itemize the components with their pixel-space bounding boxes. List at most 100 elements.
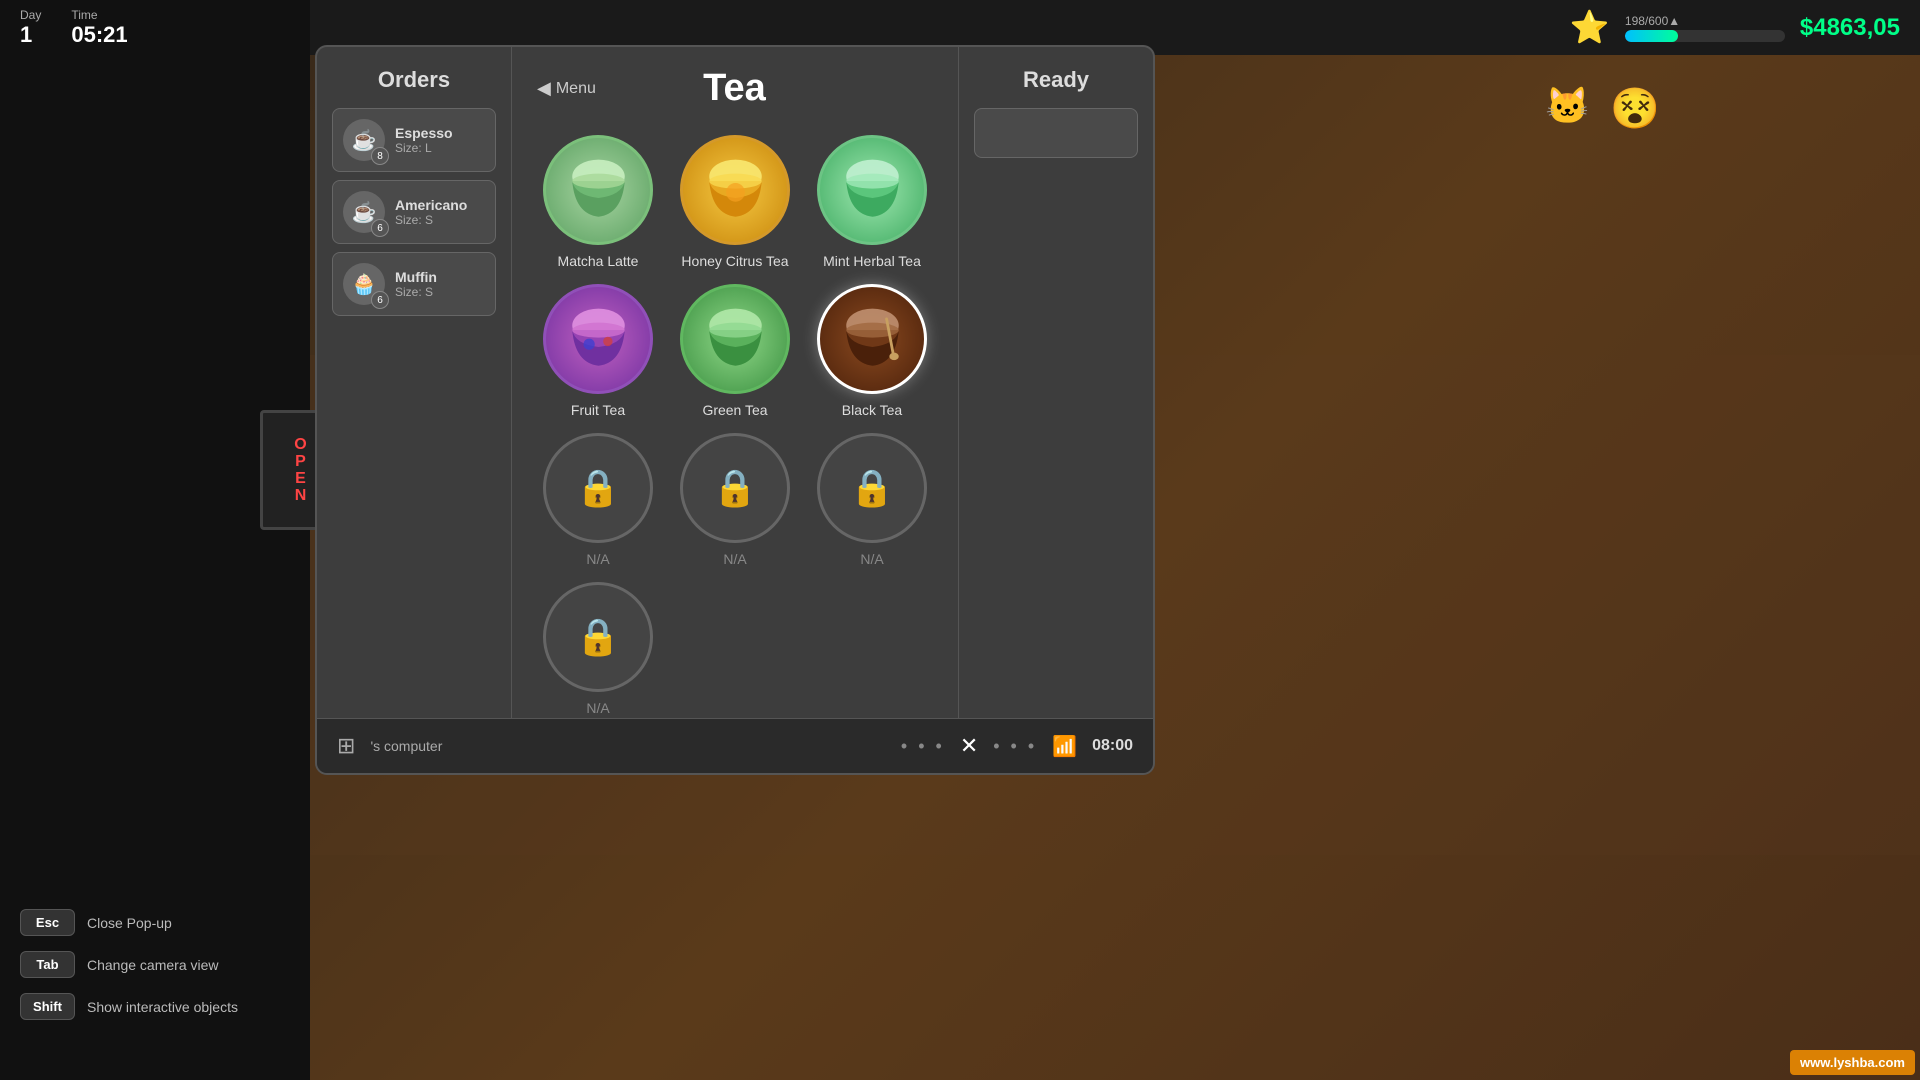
back-label: Menu <box>556 80 596 98</box>
muffin-info: Muffin Size: S <box>395 269 437 299</box>
hud-right: ⭐ 198/600▲ $4863,05 <box>1570 8 1900 48</box>
watermark: www.lyshba.com <box>1790 1050 1915 1075</box>
espresso-avatar: ☕ 8 <box>343 119 385 161</box>
honey-cup-svg <box>698 153 773 228</box>
tab-key: Tab <box>20 951 75 978</box>
honey-name: Honey Citrus Tea <box>681 253 788 269</box>
locked-circle-1: 🔒 <box>543 433 653 543</box>
mint-circle <box>817 135 927 245</box>
locked-circle-3: 🔒 <box>817 433 927 543</box>
xp-fill <box>1625 30 1678 42</box>
lock-icon-3: 🔒 <box>850 467 895 509</box>
black-name: Black Tea <box>842 402 902 418</box>
muffin-name: Muffin <box>395 269 437 285</box>
espresso-info: Espesso Size: L <box>395 125 453 155</box>
ready-title: Ready <box>974 67 1138 93</box>
lock-icon-1: 🔒 <box>576 467 621 509</box>
americano-size: Size: S <box>395 213 467 227</box>
open-text: OPEN <box>291 436 309 504</box>
tea-item-green[interactable]: Green Tea <box>674 284 796 418</box>
black-circle <box>817 284 927 394</box>
star-icon: ⭐ <box>1570 8 1610 48</box>
green-name: Green Tea <box>702 402 767 418</box>
tea-item-locked-4: 🔒 N/A <box>537 582 659 716</box>
americano-count: 6 <box>371 219 389 237</box>
espresso-size: Size: L <box>395 141 453 155</box>
lock-icon-2: 🔒 <box>713 467 758 509</box>
fruit-cup-svg <box>561 302 636 377</box>
mint-name: Mint Herbal Tea <box>823 253 921 269</box>
lock-icon-4: 🔒 <box>576 616 621 658</box>
ready-panel: Ready <box>958 47 1153 773</box>
green-cup-svg <box>698 302 773 377</box>
day-time-display: Day 1 Time 05:21 <box>20 8 128 48</box>
menu-title: Tea <box>596 67 873 110</box>
locked-name-2: N/A <box>723 551 746 567</box>
tea-item-honey[interactable]: Honey Citrus Tea <box>674 135 796 269</box>
tea-item-fruit[interactable]: Fruit Tea <box>537 284 659 418</box>
honey-circle <box>680 135 790 245</box>
tea-grid: Matcha Latte Honey Citrus Tea <box>537 135 933 716</box>
top-hud: Day 1 Time 05:21 ⭐ 198/600▲ $4863,05 <box>0 0 1920 55</box>
americano-name: Americano <box>395 197 467 213</box>
grid-icon[interactable]: ⊞ <box>337 733 355 759</box>
locked-circle-4: 🔒 <box>543 582 653 692</box>
bottom-time: 08:00 <box>1092 737 1133 755</box>
computer-label: 's computer <box>370 738 885 754</box>
tab-hint: Change camera view <box>87 957 219 973</box>
mint-cup-svg <box>835 153 910 228</box>
cat-decoration: 🐱 <box>1545 85 1590 127</box>
back-arrow-icon: ◀ <box>537 78 551 99</box>
matcha-name: Matcha Latte <box>558 253 639 269</box>
back-button[interactable]: ◀ Menu <box>537 78 596 99</box>
day-value: 1 <box>20 22 41 48</box>
xp-bar-container: 198/600▲ <box>1625 14 1785 42</box>
hint-row-shift: Shift Show interactive objects <box>20 993 238 1020</box>
orders-title: Orders <box>332 67 496 93</box>
tea-item-matcha[interactable]: Matcha Latte <box>537 135 659 269</box>
order-item-espresso[interactable]: ☕ 8 Espesso Size: L <box>332 108 496 172</box>
modal-overlay: Orders ☕ 8 Espesso Size: L ☕ 6 Americano <box>315 45 1155 775</box>
espresso-count: 8 <box>371 147 389 165</box>
locked-name-4: N/A <box>586 700 609 716</box>
esc-key: Esc <box>20 909 75 936</box>
locked-name-3: N/A <box>860 551 883 567</box>
xp-bar <box>1625 30 1785 42</box>
esc-hint: Close Pop-up <box>87 915 172 931</box>
tea-item-black[interactable]: Black Tea <box>811 284 933 418</box>
tea-item-mint[interactable]: Mint Herbal Tea <box>811 135 933 269</box>
muffin-avatar: 🧁 6 <box>343 263 385 305</box>
tea-item-locked-1: 🔒 N/A <box>537 433 659 567</box>
locked-name-1: N/A <box>586 551 609 567</box>
bottom-bar: ⊞ 's computer • • • ✕ • • • 📶 08:00 <box>317 718 1153 773</box>
fruit-name: Fruit Tea <box>571 402 625 418</box>
close-button[interactable]: ✕ <box>960 733 978 759</box>
emoji-face: 😵 <box>1610 85 1660 132</box>
matcha-circle <box>543 135 653 245</box>
dots-left: • • • <box>901 736 945 757</box>
tea-item-locked-2: 🔒 N/A <box>674 433 796 567</box>
shift-hint: Show interactive objects <box>87 999 238 1015</box>
modal-inner: Orders ☕ 8 Espesso Size: L ☕ 6 Americano <box>317 47 1153 773</box>
fruit-circle <box>543 284 653 394</box>
money-display: $4863,05 <box>1800 14 1900 42</box>
locked-circle-2: 🔒 <box>680 433 790 543</box>
order-item-americano[interactable]: ☕ 6 Americano Size: S <box>332 180 496 244</box>
time-value: 05:21 <box>71 22 127 48</box>
muffin-size: Size: S <box>395 285 437 299</box>
keyboard-hints: Esc Close Pop-up Tab Change camera view … <box>20 909 238 1020</box>
wifi-icon: 📶 <box>1052 734 1077 759</box>
muffin-count: 6 <box>371 291 389 309</box>
menu-area: ◀ Menu Tea Matcha Lat <box>512 47 958 773</box>
time-label: Time <box>71 8 127 22</box>
hint-row-esc: Esc Close Pop-up <box>20 909 238 936</box>
day-label: Day <box>20 8 41 22</box>
matcha-cup-svg <box>561 153 636 228</box>
green-circle <box>680 284 790 394</box>
shift-key: Shift <box>20 993 75 1020</box>
menu-header: ◀ Menu Tea <box>537 67 933 110</box>
hint-row-tab: Tab Change camera view <box>20 951 238 978</box>
espresso-name: Espesso <box>395 125 453 141</box>
order-item-muffin[interactable]: 🧁 6 Muffin Size: S <box>332 252 496 316</box>
americano-avatar: ☕ 6 <box>343 191 385 233</box>
